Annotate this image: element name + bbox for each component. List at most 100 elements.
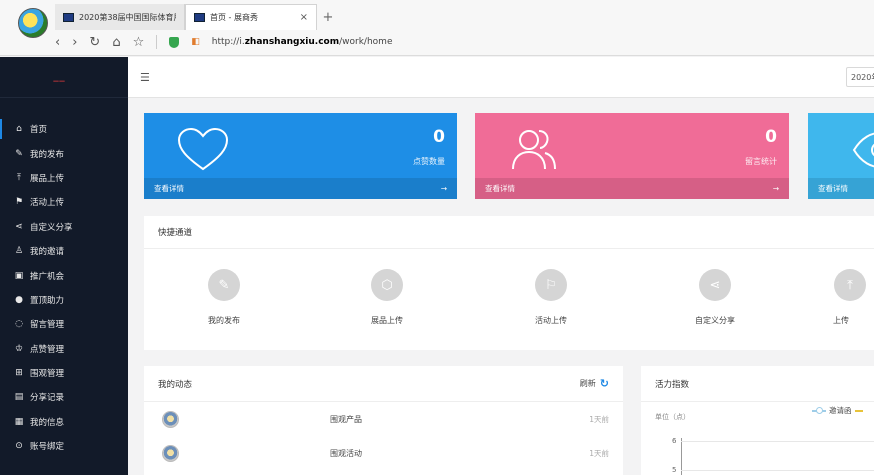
details-label: 查看详情 — [818, 184, 848, 193]
sidebar-item-messages[interactable]: ◌ 留言管理 — [0, 312, 128, 336]
sidebar-item-label: 留言管理 — [30, 320, 65, 331]
likes-count: 0 — [433, 127, 445, 147]
shield-icon[interactable] — [169, 36, 180, 48]
messages-count: 0 — [765, 127, 777, 147]
views-details-link[interactable]: 查看详情 — [808, 178, 874, 199]
sidebar-item-home[interactable]: ⌂ 首页 — [0, 117, 128, 141]
avatar — [162, 410, 179, 428]
share-icon: ⋖ — [699, 269, 731, 301]
activity-text: 围观活动 — [330, 448, 362, 458]
sidebar-item-my-invites[interactable]: ♙ 我的邀请 — [0, 239, 128, 263]
likes-details-link[interactable]: 查看详情 → — [144, 178, 457, 199]
quick-my-posts[interactable]: ✎ 我的发布 — [179, 269, 269, 326]
home-icon[interactable]: ⌂ — [112, 35, 120, 50]
sidebar-item-label: 首页 — [30, 125, 48, 136]
sidebar-item-label: 我的信息 — [30, 417, 65, 428]
arrow-right-icon: → — [772, 184, 779, 193]
sidebar-item-pin-boost[interactable]: ● 置顶助力 — [0, 288, 128, 312]
sidebar-item-product-upload[interactable]: ⤒ 展品上传 — [0, 166, 128, 190]
activity-row[interactable]: 围观产品 1天前 — [144, 402, 623, 436]
flag-icon: ⚐ — [535, 269, 567, 301]
pencil-icon: ✎ — [15, 148, 23, 159]
quick-label: 自定义分享 — [695, 316, 735, 325]
sidebar-item-watchers[interactable]: ⊞ 围观管理 — [0, 361, 128, 385]
activity-row[interactable]: 围观活动 1天前 — [144, 436, 623, 470]
likes-caption: 点赞数量 — [413, 157, 445, 166]
site-favicon-icon — [194, 13, 205, 22]
refresh-button[interactable]: 刷新 ↻ — [580, 377, 609, 390]
menu-toggle-icon[interactable]: ☰ — [140, 71, 150, 84]
upload-icon: ⤒ — [17, 172, 21, 183]
forward-icon[interactable]: › — [72, 35, 77, 50]
back-icon[interactable]: ‹ — [55, 35, 60, 50]
quick-label: 我的发布 — [208, 316, 240, 325]
messages-details-link[interactable]: 查看详情 → — [475, 178, 789, 199]
activity-text: 围观产品 — [330, 414, 362, 424]
y-tick-label: 5 — [672, 466, 677, 474]
year-select-button[interactable]: 2020年 — [846, 67, 874, 87]
browser-logo-icon[interactable] — [18, 8, 48, 38]
sidebar: —— ⌂ 首页 ✎ 我的发布 ⤒ 展品上传 ⚑ 活动上传 ⋖ 自定义分享 ♙ 我的邀请 ▣ 推… — [0, 57, 128, 475]
activity-time: 1天前 — [589, 448, 609, 458]
edit-icon: ✎ — [208, 269, 240, 301]
tab-label: 2020第38届中国国际体育用品博 — [79, 12, 176, 22]
tab-close-icon[interactable]: × — [300, 12, 308, 23]
sidebar-item-likes[interactable]: ♔ 点赞管理 — [0, 337, 128, 361]
grid-line — [681, 470, 874, 471]
details-label: 查看详情 — [485, 184, 515, 193]
vitality-unit: 单位（点） — [655, 413, 690, 421]
sidebar-item-my-posts[interactable]: ✎ 我的发布 — [0, 141, 128, 165]
vitality-header: 活力指数 — [641, 366, 874, 402]
page-info-icon[interactable]: ◧ — [191, 37, 200, 47]
messages-caption: 留言统计 — [745, 157, 777, 166]
quick-custom-share[interactable]: ⋖ 自定义分享 — [670, 269, 760, 326]
quick-event-upload[interactable]: ⚐ 活动上传 — [506, 269, 596, 326]
sidebar-item-promotion[interactable]: ▣ 推广机会 — [0, 263, 128, 287]
tab-label: 首页 - 展商秀 — [210, 13, 258, 22]
details-label: 查看详情 — [154, 184, 184, 193]
views-stat-card: 查看详情 — [808, 113, 874, 199]
logo-mark: —— — [53, 77, 65, 85]
sidebar-menu: ⌂ 首页 ✎ 我的发布 ⤒ 展品上传 ⚑ 活动上传 ⋖ 自定义分享 ♙ 我的邀请 ▣ 推广机会… — [0, 117, 128, 458]
browser-tab-expo[interactable]: 2020第38届中国国际体育用品博 — [55, 4, 185, 30]
share-icon: ⋖ — [15, 221, 23, 232]
activity-time: 1天前 — [589, 414, 609, 424]
address-bar[interactable]: http://i.zhanshangxiu.com/work/home — [212, 37, 393, 47]
chart-legend[interactable]: 邀请函 — [812, 405, 863, 416]
sidebar-item-label: 自定义分享 — [30, 222, 73, 233]
sidebar-item-share-records[interactable]: ▤ 分享记录 — [0, 385, 128, 409]
sidebar-item-event-upload[interactable]: ⚑ 活动上传 — [0, 190, 128, 214]
sidebar-item-my-info[interactable]: ▦ 我的信息 — [0, 410, 128, 434]
bookmark-star-icon[interactable]: ☆ — [133, 35, 145, 50]
browser-tab-home[interactable]: 首页 - 展商秀 × — [185, 4, 317, 30]
legend-line-icon — [854, 409, 863, 412]
legend-label: 邀请函 — [829, 406, 852, 415]
quick-access-title: 快捷通道 — [144, 216, 874, 249]
quick-product-upload[interactable]: ⬡ 展品上传 — [342, 269, 432, 326]
vitality-title: 活力指数 — [655, 379, 690, 390]
info-icon: ▦ — [14, 416, 24, 427]
message-icon: ◌ — [15, 319, 23, 330]
quick-label: 上传 — [833, 316, 849, 325]
reload-icon[interactable]: ↻ — [89, 35, 100, 50]
refresh-label: 刷新 — [579, 379, 596, 388]
sidebar-item-label: 账号绑定 — [30, 442, 65, 453]
my-activity-panel: 我的动态 刷新 ↻ 围观产品 1天前 围观活动 1天前 — [144, 366, 623, 475]
brand-logo[interactable]: —— — [0, 57, 128, 98]
top-header: ☰ 2020年 — [128, 57, 874, 98]
sidebar-item-account-binding[interactable]: ⊙ 账号绑定 — [0, 434, 128, 458]
eye-icon — [852, 132, 874, 168]
sidebar-item-custom-share[interactable]: ⋖ 自定义分享 — [0, 215, 128, 239]
quick-label: 展品上传 — [371, 316, 403, 325]
quick-upload[interactable]: ⤒ 上传 — [820, 269, 874, 326]
new-tab-button[interactable]: + — [317, 4, 339, 30]
flag-icon: ⚑ — [14, 197, 24, 208]
sidebar-item-label: 我的发布 — [30, 149, 65, 160]
upload-icon: ⤒ — [834, 269, 866, 301]
box-icon: ⬡ — [371, 269, 403, 301]
users-icon: ♙ — [14, 246, 24, 257]
users-icon — [512, 130, 556, 170]
home-icon: ⌂ — [16, 124, 22, 135]
sidebar-item-label: 推广机会 — [30, 271, 65, 282]
sidebar-item-label: 点赞管理 — [30, 344, 65, 355]
